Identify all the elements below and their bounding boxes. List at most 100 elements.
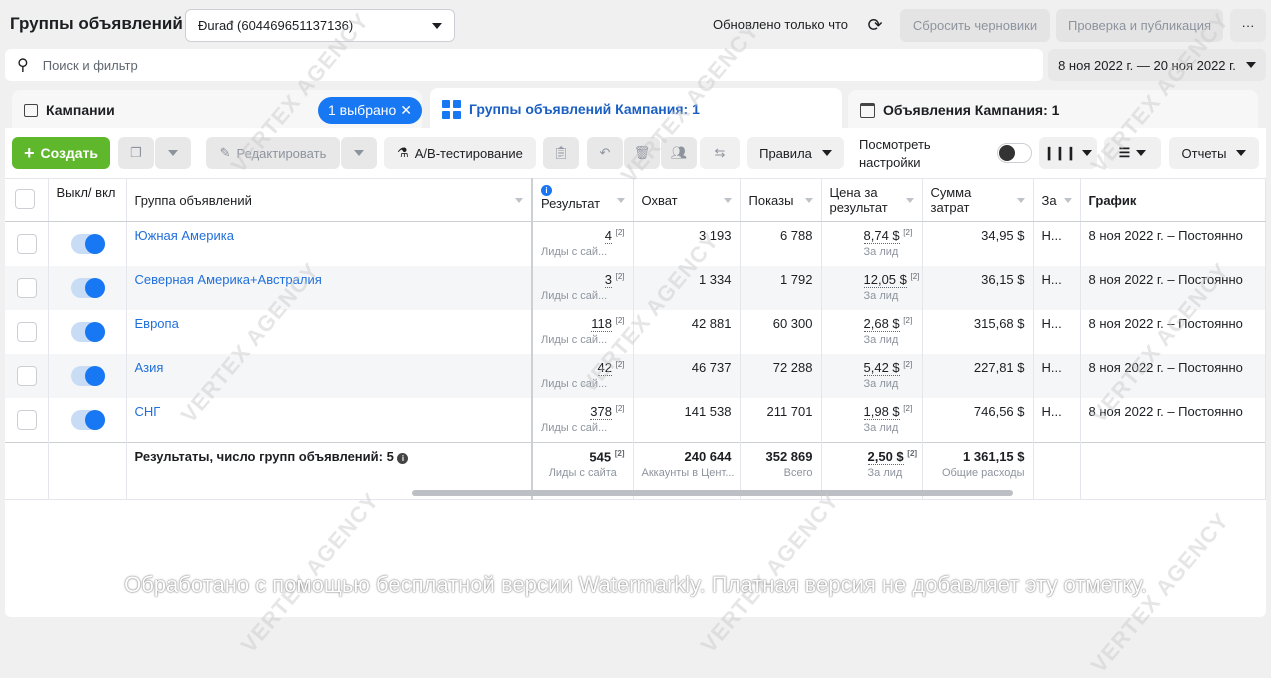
reset-drafts-button[interactable]: Сбросить черновики bbox=[900, 9, 1050, 42]
row-checkbox[interactable] bbox=[17, 234, 37, 254]
cost-value[interactable]: 1,98 $ bbox=[863, 404, 900, 421]
delete-button[interactable]: 🗑︎ bbox=[624, 137, 660, 169]
chevron-down-icon bbox=[168, 150, 178, 156]
sort-icon bbox=[804, 198, 813, 203]
status-toggle[interactable] bbox=[70, 278, 105, 298]
row-toggle-cell bbox=[48, 266, 127, 310]
spend-cell: 315,68 $ bbox=[922, 310, 1034, 354]
adset-name-link[interactable]: Азия bbox=[135, 360, 164, 375]
result-value[interactable]: 42 bbox=[597, 360, 612, 377]
col-spend[interactable]: Сумма затрат bbox=[922, 178, 1034, 222]
select-all-checkbox[interactable] bbox=[15, 189, 35, 209]
schedule-cell: 8 ноя 2022 г. – Постоянно bbox=[1080, 354, 1266, 398]
duplicate-dropdown[interactable] bbox=[155, 137, 191, 169]
rules-button[interactable]: Правила bbox=[747, 137, 844, 169]
account-selector[interactable]: Đurađ (604469651137136) bbox=[185, 9, 455, 42]
row-checkbox[interactable] bbox=[17, 322, 37, 342]
cost-cell: 1,98 $ [2] За лид bbox=[821, 398, 923, 443]
result-type: Лиды с сай... bbox=[541, 246, 608, 259]
cost-value[interactable]: 5,42 $ bbox=[863, 360, 900, 377]
selected-badge[interactable]: 1 выбрано ✕ bbox=[318, 97, 422, 124]
impressions-cell: 72 288 bbox=[740, 354, 822, 398]
table-row[interactable]: Европа 118 [2] Лиды с сай... 42 881 60 30… bbox=[5, 310, 1266, 354]
search-bar[interactable]: ⚲ Поиск и фильтр bbox=[5, 49, 1043, 81]
edit-dropdown[interactable] bbox=[341, 137, 377, 169]
table-row[interactable]: Северная Америка+Австралия 3 [2] Лиды с с… bbox=[5, 266, 1266, 310]
row-checkbox[interactable] bbox=[17, 366, 37, 386]
more-button[interactable]: ··· bbox=[1230, 9, 1266, 42]
clipboard-button[interactable]: 📋︎ bbox=[543, 137, 579, 169]
footnote: [2] bbox=[615, 404, 625, 413]
status-toggle[interactable] bbox=[70, 366, 105, 386]
edit-button[interactable]: ✎ Редактировать bbox=[206, 137, 340, 169]
plus-icon: + bbox=[23, 142, 35, 163]
table-row[interactable]: Южная Америка 4 [2] Лиды с сай... 3 193 6… bbox=[5, 221, 1266, 266]
selected-count: 1 выбрано bbox=[328, 102, 397, 118]
cost-type: За лид bbox=[863, 290, 899, 303]
refresh-button[interactable]: ⟳ bbox=[856, 9, 894, 42]
status-toggle[interactable] bbox=[70, 410, 105, 430]
duplicate-button[interactable]: ❐ bbox=[118, 137, 154, 169]
col-schedule[interactable]: График bbox=[1080, 178, 1266, 222]
view-settings-toggle[interactable] bbox=[997, 143, 1032, 163]
result-value[interactable]: 3 bbox=[604, 272, 612, 289]
tab-label: Кампании bbox=[46, 102, 115, 118]
status-toggle[interactable] bbox=[70, 322, 105, 342]
col-label: Охват bbox=[641, 193, 678, 208]
total-reach-type: Аккаунты в Цент... bbox=[641, 467, 735, 479]
result-value[interactable]: 4 bbox=[604, 228, 612, 245]
reports-button[interactable]: Отчеты bbox=[1169, 137, 1259, 169]
review-publish-button[interactable]: Проверка и публикация bbox=[1056, 9, 1223, 42]
chevron-down-icon bbox=[821, 150, 832, 156]
cost-value[interactable]: 8,74 $ bbox=[863, 228, 900, 245]
edit-label: Редактировать bbox=[236, 145, 327, 161]
table-row[interactable]: СНГ 378 [2] Лиды с сай... 141 538 211 701… bbox=[5, 398, 1266, 443]
sort-icon bbox=[515, 198, 523, 203]
col-toggle[interactable]: Выкл/ вкл bbox=[48, 178, 127, 222]
search-input[interactable]: Поиск и фильтр bbox=[43, 58, 138, 73]
status-toggle[interactable] bbox=[70, 234, 105, 254]
breakdown-button[interactable]: ☰ bbox=[1104, 137, 1161, 169]
reach-cell: 3 193 bbox=[633, 221, 741, 266]
audience-button[interactable]: 👥︎ bbox=[661, 137, 697, 169]
columns-button[interactable]: ❙❙❙ bbox=[1039, 137, 1097, 169]
row-checkbox[interactable] bbox=[17, 278, 37, 298]
adset-name-cell: СНГ bbox=[126, 398, 533, 443]
col-impressions[interactable]: Показы bbox=[740, 178, 822, 222]
result-cell: 3 [2] Лиды с сай... bbox=[531, 266, 634, 310]
result-value[interactable]: 118 bbox=[591, 316, 612, 333]
watermark-caption: Обработано с помощью бесплатной версии W… bbox=[124, 572, 1147, 597]
total-spend-type: Общие расходы bbox=[941, 467, 1025, 479]
adset-name-link[interactable]: Европа bbox=[135, 316, 179, 331]
cost-value[interactable]: 2,68 $ bbox=[863, 316, 900, 333]
cost-type: За лид bbox=[863, 378, 899, 391]
undo-button[interactable]: ↶ bbox=[587, 137, 623, 169]
sort-icon bbox=[723, 198, 732, 203]
adset-name-link[interactable]: Северная Америка+Австралия bbox=[135, 272, 322, 287]
tab-adsets[interactable]: Группы объявлений Кампания: 1 bbox=[430, 88, 842, 130]
table-row[interactable]: Азия 42 [2] Лиды с сай... 46 737 72 288 5… bbox=[5, 354, 1266, 398]
ab-test-button[interactable]: ⚗ A/B-тестирование bbox=[384, 137, 536, 169]
close-icon[interactable]: ✕ bbox=[400, 102, 412, 118]
col-reach[interactable]: Охват bbox=[633, 178, 741, 222]
adset-name-link[interactable]: Южная Америка bbox=[135, 228, 234, 243]
col-name[interactable]: Группа объявлений bbox=[126, 178, 533, 222]
col-result[interactable]: i Результат bbox=[531, 178, 634, 222]
total-cost-value[interactable]: 2,50 $ bbox=[867, 449, 904, 466]
result-value[interactable]: 378 bbox=[590, 404, 612, 421]
col-label: Результат bbox=[541, 196, 601, 211]
col-cost[interactable]: Цена за результат bbox=[821, 178, 923, 222]
preview-button[interactable]: ⇆ bbox=[700, 137, 740, 169]
horizontal-scrollbar[interactable] bbox=[412, 490, 1013, 496]
cost-cell: 12,05 $ [2] За лид bbox=[821, 266, 923, 310]
row-checkbox[interactable] bbox=[17, 410, 37, 430]
tab-campaigns[interactable]: Кампании 1 выбрано ✕ bbox=[12, 90, 422, 130]
info-icon[interactable]: i bbox=[397, 453, 409, 464]
footnote: [2] bbox=[903, 316, 913, 325]
date-range-picker[interactable]: 8 ноя 2022 г. — 20 ноя 2022 г. bbox=[1048, 49, 1266, 81]
cost-value[interactable]: 12,05 $ bbox=[863, 272, 907, 289]
create-button[interactable]: + Создать bbox=[12, 137, 110, 169]
tab-ads[interactable]: Объявления Кампания: 1 bbox=[848, 90, 1258, 130]
adset-name-link[interactable]: СНГ bbox=[135, 404, 161, 419]
col-za[interactable]: За bbox=[1033, 178, 1081, 222]
